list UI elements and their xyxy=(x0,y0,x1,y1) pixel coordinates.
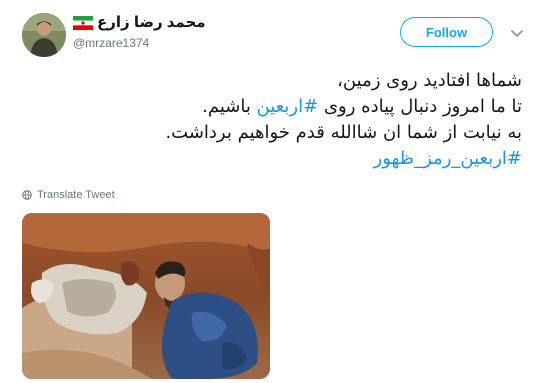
author-name[interactable]: محمد رضا زارع xyxy=(97,13,206,33)
hashtag-link[interactable]: #اربعین xyxy=(257,96,319,117)
globe-icon xyxy=(22,190,32,200)
tweet-photo[interactable] xyxy=(22,213,270,379)
tweet-line: شماها افتادید روی زمین، xyxy=(337,70,522,91)
tweet-line: به نیابت از شما ان شاالله قدم خواهیم برد… xyxy=(165,122,522,143)
follow-button[interactable]: Follow xyxy=(400,17,493,47)
tweet-line-text: باشیم. xyxy=(202,96,257,117)
chevron-down-icon[interactable] xyxy=(510,26,524,40)
tweet-line-text: تا ما امروز دنبال پیاده روی xyxy=(318,96,522,117)
author-row: محمد رضا زارع xyxy=(73,13,206,33)
tweet-card: محمد رضا زارع @mrzare1374 Follow شماها ا… xyxy=(0,0,550,383)
tweet-line: تا ما امروز دنبال پیاده روی #اربعین باشی… xyxy=(22,94,522,120)
tweet-text: شماها افتادید روی زمین، تا ما امروز دنبا… xyxy=(22,68,522,172)
translate-tweet-link[interactable]: Translate Tweet xyxy=(22,189,115,201)
iran-flag-icon xyxy=(73,16,93,30)
author-handle[interactable]: @mrzare1374 xyxy=(73,35,149,51)
hashtag-link[interactable]: #اربعین_رمز_ظهور xyxy=(22,146,522,172)
avatar[interactable] xyxy=(22,13,66,57)
translate-label: Translate Tweet xyxy=(37,189,115,201)
